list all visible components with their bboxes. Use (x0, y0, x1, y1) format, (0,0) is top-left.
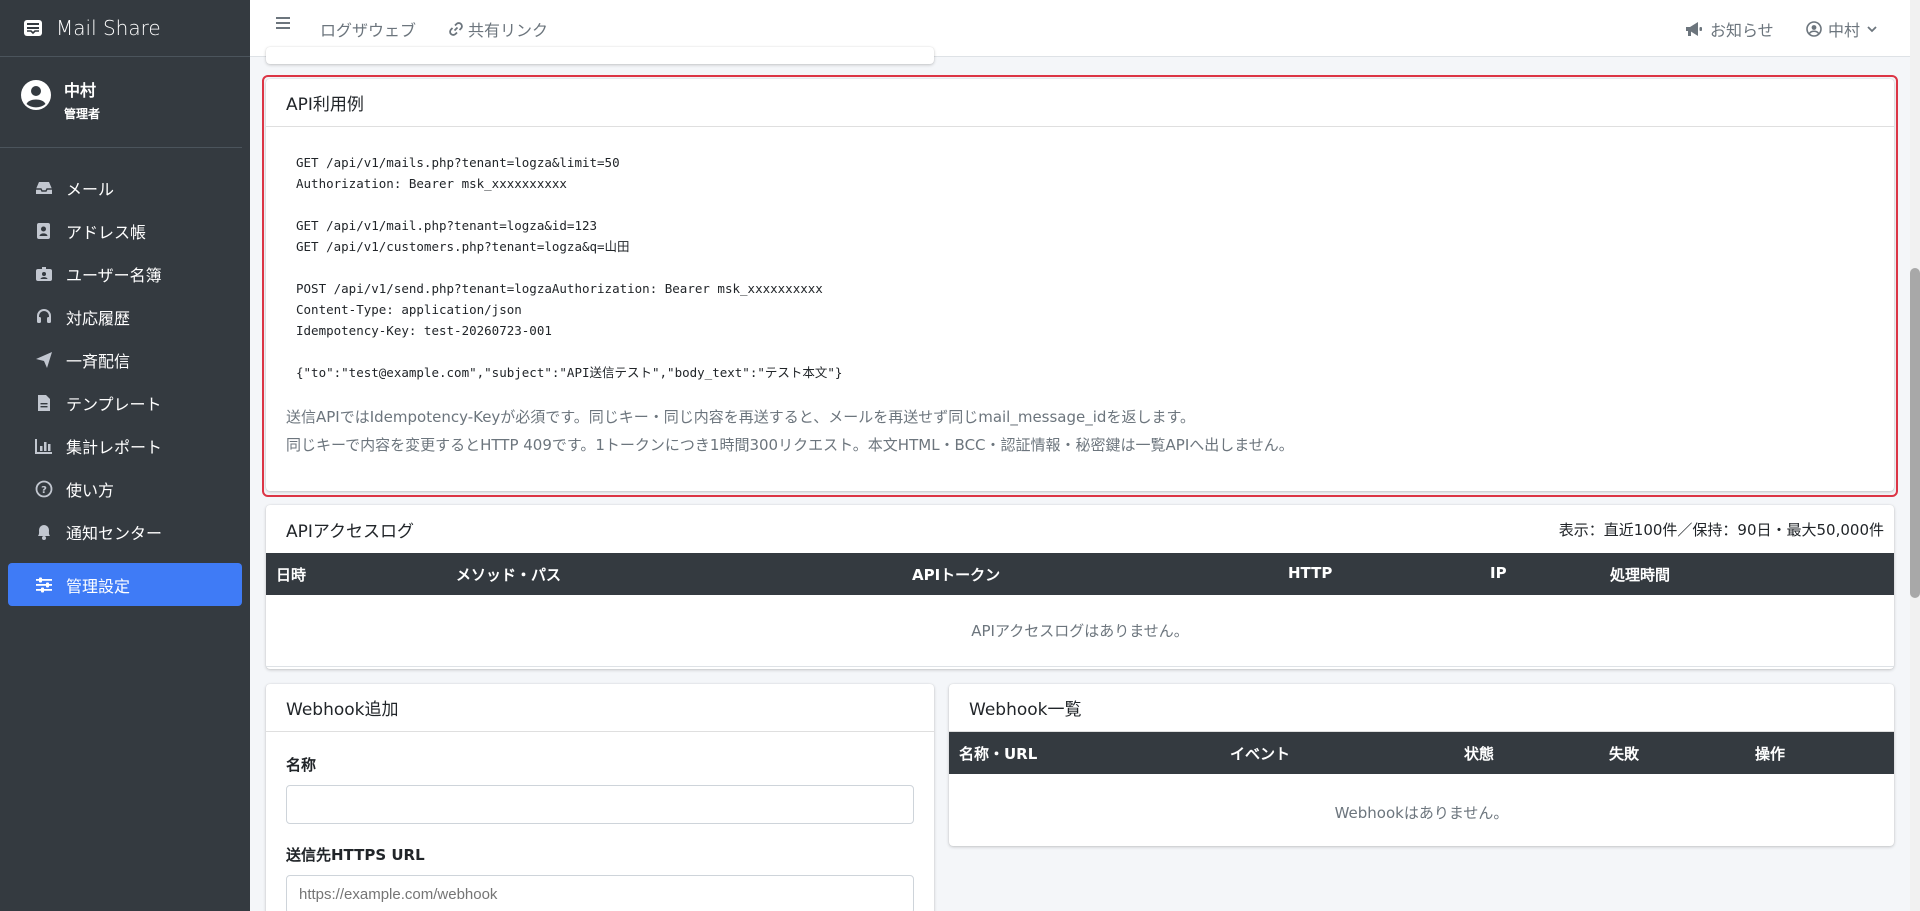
sidebar-item-label: 一斉配信 (66, 351, 131, 371)
api-example-card: API利用例 GET /api/v1/mails.php?tenant=logz… (266, 79, 1894, 491)
column-header: HTTP (1288, 564, 1333, 582)
api-access-log-empty: APIアクセスログはありません。 (266, 595, 1894, 667)
shared-link-label: 共有リンク (468, 21, 549, 40)
webhook-list-empty: Webhookはありません。 (1334, 803, 1509, 822)
sliders-icon (34, 575, 54, 595)
sidebar-item-label: 通知センター (66, 523, 163, 543)
sidebar-item-label: メール (66, 179, 115, 199)
webhook-add-card: Webhook追加 名称 送信先HTTPS URL (266, 684, 934, 911)
bell-icon (34, 522, 54, 542)
webhook-url-label: 送信先HTTPS URL (286, 846, 425, 864)
webhook-add-title: Webhook追加 (266, 684, 934, 732)
sidebar-menu: メール アドレス帳 ユーザー名簿 対応履歴 一斉配信 テンプレート 集計レポート… (0, 148, 250, 606)
sidebar-item-howto[interactable]: ? 使い方 (8, 467, 242, 510)
megaphone-icon (1686, 22, 1702, 36)
code-line: GET /api/v1/mail.php?tenant=logza&id=123 (296, 218, 598, 233)
api-note-line-1: 送信APIではIdempotency-Keyが必須です。同じキー・同じ内容を再送… (286, 408, 1195, 426)
user-role: 管理者 (64, 107, 101, 121)
api-note-line-2: 同じキーで内容を変更するとHTTP 409です。1トークンにつき1時間300リク… (286, 436, 1294, 454)
api-access-log-meta: 表示：直近100件／保持：90日・最大50,000件 (1558, 520, 1884, 539)
nav-link-logzaweb[interactable]: ログザウェブ (320, 17, 416, 41)
inbox-icon (34, 178, 54, 198)
user-dropdown-label: 中村 (1828, 21, 1861, 40)
scrollbar-thumb[interactable] (1910, 268, 1920, 598)
api-example-code: GET /api/v1/mails.php?tenant=logza&limit… (296, 152, 1894, 383)
nav-link-shared-link[interactable]: 共有リンク (448, 17, 548, 41)
brand-name: Mail Share (56, 16, 161, 40)
api-note: 送信APIではIdempotency-Keyが必須です。同じキー・同じ内容を再送… (286, 403, 1894, 459)
address-book-icon (34, 221, 54, 241)
svg-text:?: ? (41, 485, 47, 496)
question-icon: ? (34, 479, 54, 499)
previous-card (266, 47, 934, 64)
sidebar: Mail Share 中村 管理者 メール アドレス帳 ユーザー名簿 対応履歴 (0, 0, 250, 911)
notice-link[interactable]: お知らせ (1684, 17, 1774, 41)
code-line: Authorization: Bearer msk_xxxxxxxxxx (296, 176, 567, 191)
column-header: イベント (1230, 745, 1291, 763)
id-card-icon (34, 264, 54, 284)
column-header: 失敗 (1609, 745, 1640, 763)
column-header: IP (1490, 564, 1507, 582)
sidebar-item-label: アドレス帳 (66, 222, 147, 242)
code-line: Content-Type: application/json (296, 302, 522, 317)
column-header: 日時 (276, 566, 307, 584)
sidebar-item-broadcast[interactable]: 一斉配信 (8, 338, 242, 381)
hamburger-menu-icon[interactable] (275, 14, 293, 32)
chevron-down-icon (1867, 26, 1877, 33)
sidebar-item-admin-settings[interactable]: 管理設定 (8, 563, 242, 606)
webhook-name-label: 名称 (286, 756, 317, 774)
webhook-url-input[interactable] (286, 875, 914, 911)
sidebar-item-address-book[interactable]: アドレス帳 (8, 209, 242, 252)
sidebar-item-history[interactable]: 対応履歴 (8, 295, 242, 338)
mail-logo-icon (24, 20, 42, 36)
code-line: POST /api/v1/send.php?tenant=logzaAuthor… (296, 281, 823, 296)
api-access-log-header: APIアクセスログ 表示：直近100件／保持：90日・最大50,000件 (266, 505, 1894, 553)
column-header: 状態 (1464, 745, 1495, 763)
column-header: 操作 (1755, 745, 1786, 763)
sidebar-item-label: 管理設定 (66, 576, 131, 596)
sidebar-item-label: ユーザー名簿 (66, 265, 162, 285)
webhook-list-title: Webhook一覧 (949, 684, 1894, 732)
paper-plane-icon (34, 350, 54, 370)
column-header: APIトークン (912, 566, 1001, 584)
column-header: メソッド・パス (456, 566, 562, 584)
user-circle-icon (1806, 21, 1822, 37)
sidebar-item-label: テンプレート (66, 394, 162, 414)
link-icon (449, 22, 463, 36)
user-panel[interactable]: 中村 管理者 (0, 57, 242, 148)
sidebar-item-label: 集計レポート (66, 437, 163, 457)
column-header: 名称・URL (959, 745, 1038, 763)
chart-icon (34, 436, 54, 456)
user-avatar-icon (21, 80, 51, 110)
webhook-list-table-header: 名称・URL イベント 状態 失敗 操作 (949, 732, 1894, 774)
api-example-title: API利用例 (266, 79, 1894, 127)
sidebar-item-notifications[interactable]: 通知センター (8, 510, 242, 553)
api-access-log-title: APIアクセスログ (286, 521, 415, 542)
api-access-log-card: APIアクセスログ 表示：直近100件／保持：90日・最大50,000件 日時 … (266, 505, 1894, 669)
notice-label: お知らせ (1710, 21, 1774, 40)
sidebar-item-mail[interactable]: メール (8, 166, 242, 209)
code-line: GET /api/v1/mails.php?tenant=logza&limit… (296, 155, 620, 170)
main-content: API利用例 GET /api/v1/mails.php?tenant=logz… (250, 47, 1910, 911)
code-line: {"to":"test@example.com","subject":"API送… (296, 365, 843, 380)
code-line: Idempotency-Key: test-20260723-001 (296, 323, 552, 338)
headset-icon (34, 307, 54, 327)
brand-link[interactable]: Mail Share (0, 0, 250, 57)
column-header: 処理時間 (1610, 566, 1671, 584)
webhook-name-input[interactable] (286, 785, 914, 824)
sidebar-item-template[interactable]: テンプレート (8, 381, 242, 424)
user-dropdown[interactable]: 中村 (1806, 17, 1878, 41)
user-name: 中村 (64, 81, 97, 100)
file-icon (34, 393, 54, 413)
sidebar-item-report[interactable]: 集計レポート (8, 424, 242, 467)
webhook-list-card: Webhook一覧 名称・URL イベント 状態 失敗 操作 Webhookはあ… (949, 684, 1894, 846)
code-line: GET /api/v1/customers.php?tenant=logza&q… (296, 239, 630, 254)
sidebar-item-label: 対応履歴 (66, 308, 131, 328)
sidebar-item-user-roster[interactable]: ユーザー名簿 (8, 252, 242, 295)
api-access-log-table-header: 日時 メソッド・パス APIトークン HTTP IP 処理時間 (266, 553, 1894, 595)
sidebar-item-label: 使い方 (66, 480, 115, 500)
